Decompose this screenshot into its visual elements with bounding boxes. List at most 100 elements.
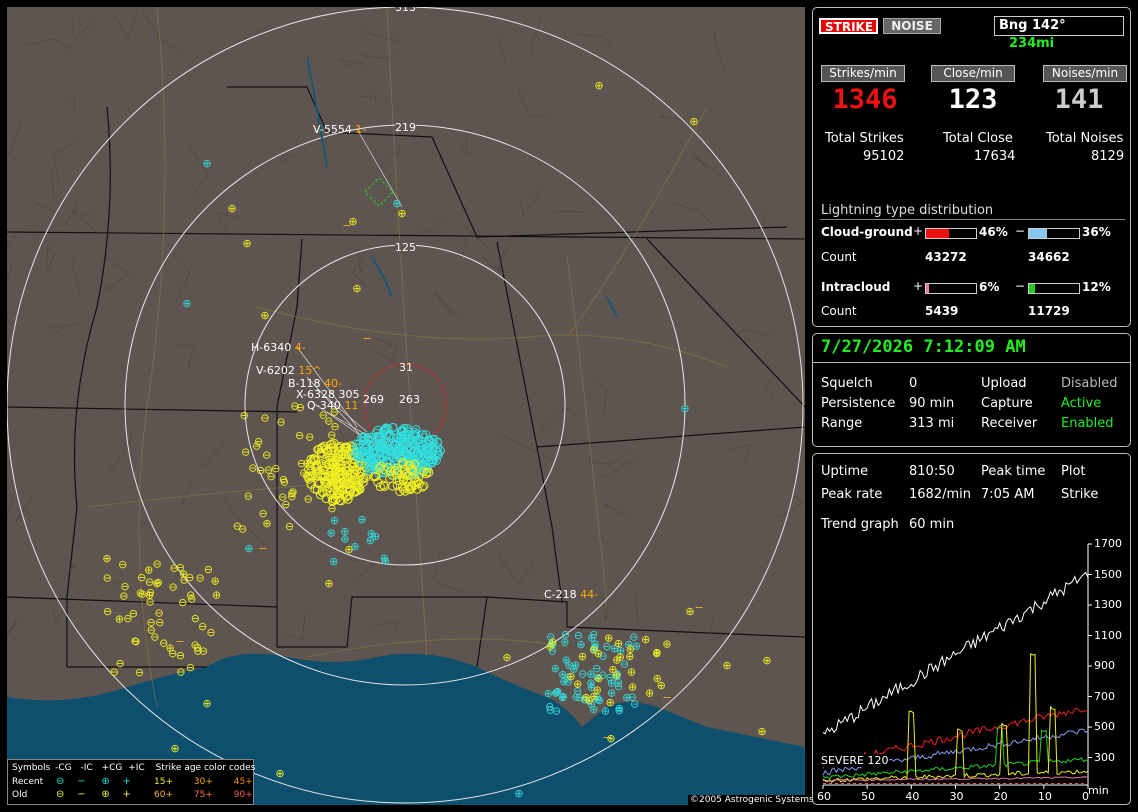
- cg-positive-pct: 46%: [979, 225, 1008, 239]
- trend-line-total: [822, 571, 1089, 735]
- strike-symbol: ⊖: [147, 623, 156, 636]
- strike-symbol: ⊖: [285, 520, 294, 533]
- strike-symbol: ⊖: [276, 415, 285, 428]
- strike-symbol: ⊖: [185, 571, 194, 584]
- strike-symbol: ⊖: [571, 691, 580, 704]
- plot-value[interactable]: Strike: [1061, 487, 1098, 502]
- x-axis-unit: min: [1088, 784, 1109, 797]
- legend-old-ages: 60+ 75+ 90+: [154, 790, 253, 800]
- range-label: Range: [821, 416, 863, 431]
- strike-symbol: ⊕: [641, 633, 650, 646]
- total-strikes-label: Total Strikes: [825, 131, 904, 146]
- strike-symbol: ⊕: [260, 309, 269, 322]
- strike-symbol: ⊕: [165, 641, 174, 654]
- strike-symbol: ⊖: [241, 446, 250, 459]
- total-close-label: Total Close: [943, 131, 1013, 146]
- cg-positive-count: 43272: [925, 250, 967, 264]
- strike-symbol: ⊖: [574, 629, 583, 642]
- site-label: C-218 44-: [544, 588, 599, 601]
- legend-recent-symbols: ⊖ − ⊕ +: [56, 776, 131, 787]
- range-value: 313 mi: [909, 416, 955, 431]
- range-label-31: 31: [399, 361, 413, 374]
- strike-symbol: ⊕: [662, 637, 671, 650]
- severe-label: SEVERE 120: [821, 754, 889, 767]
- legend-header: Symbols -CG -IC +CG +IC Strike age color…: [12, 763, 256, 773]
- strikes-rate: 1346: [832, 84, 898, 115]
- strike-symbol: ⊖: [135, 666, 144, 679]
- strike-symbol: ⊕: [371, 530, 380, 543]
- trend-graph-value[interactable]: 60 min: [909, 517, 954, 532]
- strike-symbol: ⊕: [652, 647, 661, 660]
- strike-symbol: ⊕: [627, 666, 636, 679]
- gulf-water: [207, 653, 805, 805]
- strike-symbol: ⊖: [153, 558, 162, 571]
- noises-per-min-header: Noises/min: [1043, 65, 1127, 82]
- close-per-min-header: Close/min: [931, 65, 1015, 82]
- y-tick-label: 1700: [1094, 537, 1122, 550]
- strike-symbol: ⊖: [614, 680, 623, 693]
- strike-symbol: ⊖: [130, 635, 139, 648]
- strike-symbol: ⊕: [589, 643, 598, 656]
- datetime: 7/27/2026 7:12:09 AM: [821, 337, 1026, 357]
- strike-symbol: ⊖: [129, 607, 138, 620]
- legend-recent-ages: 15+ 30+ 45+: [154, 777, 253, 787]
- strike-symbol: ⊕: [502, 651, 511, 664]
- strike-symbol: ⊕: [578, 650, 587, 663]
- strike-button[interactable]: STRIKE: [819, 18, 878, 34]
- strike-symbol: ⊖: [199, 645, 208, 658]
- noise-button[interactable]: NOISE: [883, 18, 941, 34]
- site-label: Q-340 11: [307, 399, 359, 412]
- site-label: V-6202 15^: [256, 364, 322, 377]
- strike-symbol: ⊖: [256, 464, 265, 477]
- strike-symbol: −: [694, 601, 703, 614]
- peak-rate-label: Peak rate: [821, 487, 883, 502]
- strike-symbol: ⊖: [305, 431, 314, 444]
- x-tick-label: 10: [1037, 790, 1052, 803]
- strike-symbol: ⊕: [262, 517, 271, 530]
- y-tick-label: 300: [1094, 750, 1115, 764]
- capture-label: Capture: [981, 396, 1033, 411]
- strike-symbol: ⊕: [762, 654, 771, 667]
- divider: [813, 362, 1130, 363]
- receiver-value: Enabled: [1061, 416, 1114, 431]
- y-tick-label: 1500: [1094, 567, 1122, 581]
- strike-symbol: ⊖: [287, 490, 296, 503]
- total-close-value: 17634: [974, 149, 1016, 164]
- persistence-value: 90 min: [909, 396, 955, 411]
- y-tick-label: 1100: [1094, 628, 1122, 642]
- strike-symbol: ⊖: [552, 685, 561, 698]
- strike-symbol: [388, 481, 398, 491]
- strike-symbol: ⊖: [278, 491, 287, 504]
- strike-symbol: −: [362, 332, 371, 345]
- lightning-map[interactable]: ⊖ ⊖ ⊖ ⊖ ⊕ ⊕ ⊖ ⊖ ⊕ ⊖ ⊖ ⊖ ⊖ ⊕ ⊖ ⊖ ⊖ ⊖ ⊕ ⊖ ⊖ ⊖ ⊖ ⊖ ⊖ ⊖ ⊖ ⊖ ⊖ ⊖ ⊖ ⊖ ⊖ ⊖ ⊕ ⊖ ⊖ ⊖ ⊖ ⊕…: [7, 7, 805, 805]
- strike-symbol: ⊖: [186, 661, 195, 674]
- strike-symbol: ⊖: [176, 561, 185, 574]
- strike-symbol: ⊖: [244, 489, 253, 502]
- cg-positive-bar: [925, 228, 977, 239]
- ic-plus-sign: +: [913, 279, 924, 293]
- x-tick-label: 30: [949, 790, 964, 803]
- squelch-value: 0: [909, 376, 918, 391]
- cg-negative-pct: 36%: [1082, 225, 1111, 239]
- strike-stats-panel: STRIKE NOISE Bng 142° 234mi Strikes/min …: [812, 7, 1131, 327]
- strike-symbol: ⊖: [233, 519, 242, 532]
- strike-symbol: ⊕: [722, 659, 731, 672]
- strike-symbol: ⊕: [352, 282, 361, 295]
- strike-symbol: ⊖: [254, 435, 263, 448]
- cg-count-label: Count: [821, 250, 857, 264]
- strike-symbol: ⊕: [680, 402, 689, 415]
- strike-symbol: ⊖: [615, 704, 624, 717]
- x-tick-label: 40: [905, 790, 920, 803]
- strike-symbol: ⊖: [304, 493, 313, 506]
- ic-minus-sign: −: [1015, 279, 1026, 293]
- intracloud-label: Intracloud: [821, 280, 891, 294]
- strike-symbol: ⊖: [290, 399, 299, 412]
- strike-symbol: ⊕: [227, 202, 236, 215]
- legend-old-label: Old: [12, 790, 28, 800]
- y-tick-label: 700: [1094, 689, 1115, 703]
- copyright: ©2005 Astrogenic Systems: [688, 795, 816, 805]
- strike-symbol: ⊕: [302, 457, 311, 470]
- strike-symbol: ⊖: [266, 470, 275, 483]
- y-tick-label: 1300: [1094, 598, 1122, 611]
- strike-symbol: ⊖: [195, 571, 204, 584]
